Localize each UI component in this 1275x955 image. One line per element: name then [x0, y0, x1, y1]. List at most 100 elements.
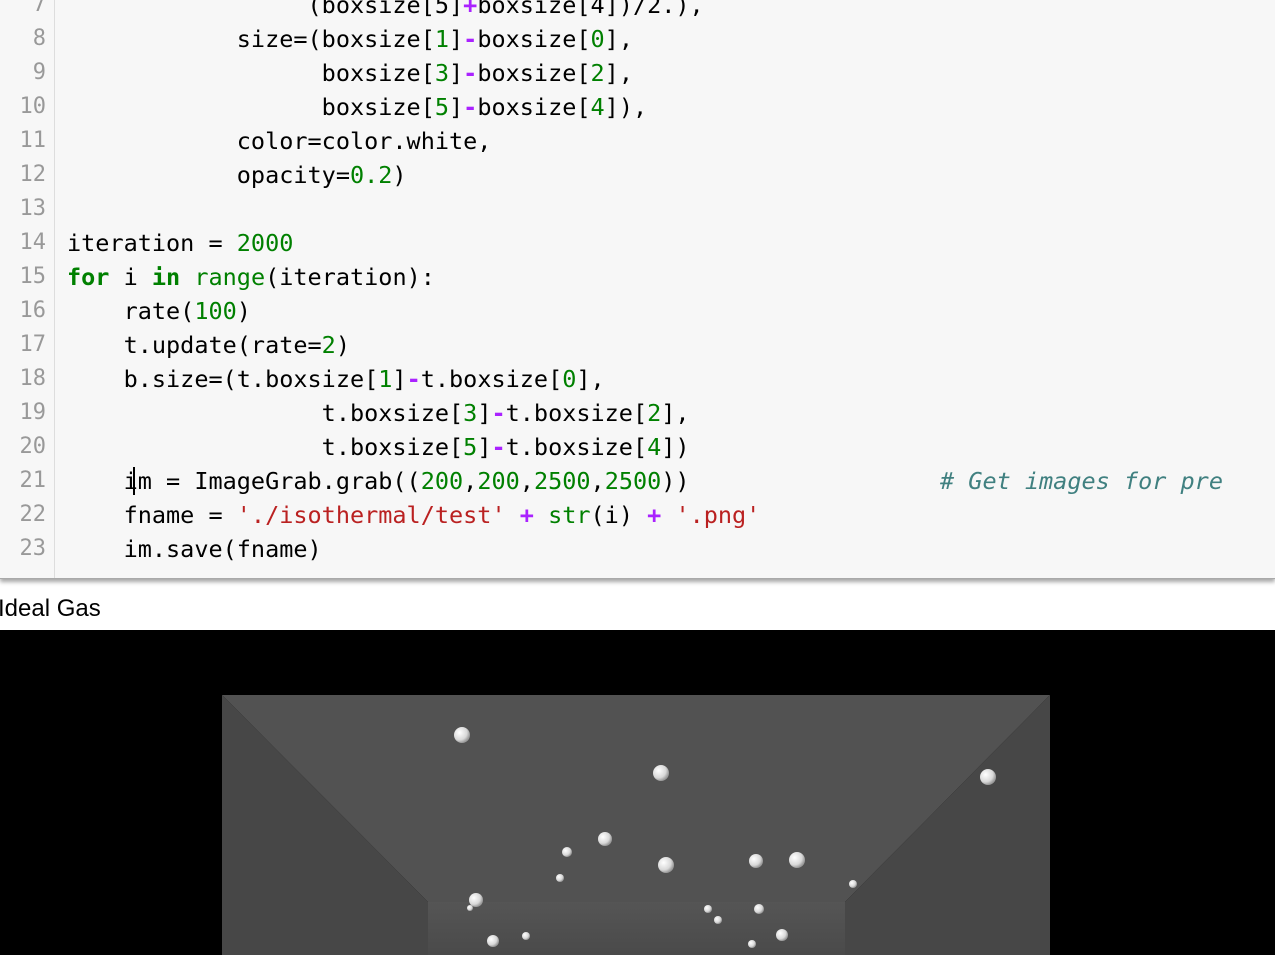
line-content: b.size=(t.boxsize[1]-t.boxsize[0],: [67, 362, 605, 396]
code-token: i: [109, 263, 152, 291]
gas-particle: [748, 940, 756, 948]
code-token: 3: [434, 59, 450, 87]
code-token: 2: [321, 331, 336, 359]
text-cursor: [133, 467, 135, 495]
code-token: boxsize[: [477, 59, 591, 87]
code-token: '.png': [675, 501, 761, 529]
code-token: t.boxsize[: [505, 399, 648, 427]
code-line[interactable]: 16 rate(100): [0, 294, 1275, 328]
code-line[interactable]: 7 (boxsize[5]+boxsize[4])/2.),: [0, 0, 1275, 22]
line-content: t.boxsize[3]-t.boxsize[2],: [67, 396, 690, 430]
code-line[interactable]: 18 b.size=(t.boxsize[1]-t.boxsize[0],: [0, 362, 1275, 396]
code-token: ]: [477, 433, 492, 461]
code-line[interactable]: 20 t.boxsize[5]-t.boxsize[4]): [0, 430, 1275, 464]
code-line[interactable]: 13: [0, 192, 1275, 226]
line-content: for i in range(iteration):: [67, 260, 435, 294]
code-token: ],: [604, 25, 633, 53]
code-token: ]: [477, 399, 492, 427]
code-token: 5: [434, 93, 450, 121]
line-content: im.save(fname): [67, 532, 322, 566]
code-token: 3: [463, 399, 478, 427]
code-token: -: [491, 433, 506, 461]
code-line[interactable]: 9 boxsize[3]-boxsize[2],: [0, 56, 1275, 90]
line-content: boxsize[5]-boxsize[4]),: [67, 90, 647, 124]
code-token: t.boxsize[: [505, 433, 648, 461]
line-content: size=(boxsize[1]-boxsize[0],: [67, 22, 633, 56]
code-line[interactable]: 19 t.boxsize[3]-t.boxsize[2],: [0, 396, 1275, 430]
code-token: -: [463, 59, 478, 87]
code-token: +: [463, 0, 478, 19]
gas-particle: [556, 874, 564, 882]
line-number: 23: [19, 536, 47, 561]
code-token: 200: [477, 467, 520, 495]
code-token: 2: [590, 59, 605, 87]
code-token: color=color.white,: [67, 127, 492, 155]
code-token: -: [463, 25, 478, 53]
code-token: ): [236, 297, 251, 325]
code-token: 5: [463, 433, 478, 461]
code-token: t.update(rate=: [67, 331, 322, 359]
code-token: ],: [576, 365, 605, 393]
code-token: +: [647, 501, 662, 529]
gas-particle: [749, 854, 763, 868]
code-line[interactable]: 23 im.save(fname): [0, 532, 1275, 566]
code-token: size=(boxsize[: [67, 25, 435, 53]
code-token: 2500: [604, 467, 662, 495]
code-line[interactable]: 8 size=(boxsize[1]-boxsize[0],: [0, 22, 1275, 56]
code-token: boxsize[: [477, 25, 591, 53]
code-line[interactable]: 12 opacity=0.2): [0, 158, 1275, 192]
line-number: 22: [19, 502, 47, 527]
code-token: b.size=(t.boxsize[: [67, 365, 379, 393]
line-content: im = ImageGrab.grab((200,200,2500,2500)): [67, 464, 690, 498]
code-token: ]: [449, 59, 464, 87]
gas-particle: [598, 832, 612, 846]
line-content: fname = './isothermal/test' + str(i) + '…: [67, 498, 761, 532]
code-token: fname =: [67, 501, 237, 529]
code-lines[interactable]: 7 (boxsize[5]+boxsize[4])/2.), 8 size=(bo…: [0, 0, 1275, 566]
line-content: t.boxsize[5]-t.boxsize[4]): [67, 430, 690, 464]
code-token: im.save(fname): [67, 535, 322, 563]
code-token: 200: [420, 467, 464, 495]
code-line[interactable]: 17 t.update(rate=2): [0, 328, 1275, 362]
line-content: rate(100): [67, 294, 251, 328]
code-line[interactable]: 14 iteration = 2000: [0, 226, 1275, 260]
line-content: iteration = 2000: [67, 226, 293, 260]
code-token: boxsize[: [67, 93, 435, 121]
code-token: ,: [463, 467, 478, 495]
box-back-wall: [428, 902, 845, 955]
code-line[interactable]: 10 boxsize[5]-boxsize[4]),: [0, 90, 1275, 124]
line-number: 18: [19, 366, 47, 391]
code-line[interactable]: 15 for i in range(iteration):: [0, 260, 1275, 294]
code-token: ]: [449, 25, 464, 53]
code-token: ]: [392, 365, 407, 393]
simulation-canvas[interactable]: [0, 630, 1275, 955]
code-token: ]: [449, 93, 464, 121]
code-token: boxsize[: [477, 93, 591, 121]
code-comment: # Get images for pre: [940, 467, 1223, 495]
code-line[interactable]: 22 fname = './isothermal/test' + str(i) …: [0, 498, 1275, 532]
code-token: in: [151, 263, 181, 291]
line-number: 8: [32, 26, 46, 51]
code-token: -: [491, 399, 506, 427]
code-token: 4: [590, 93, 605, 121]
code-editor[interactable]: 7 (boxsize[5]+boxsize[4])/2.), 8 size=(bo…: [0, 0, 1275, 579]
gas-particle: [487, 935, 499, 947]
code-line[interactable]: 11 color=color.white,: [0, 124, 1275, 158]
code-token: (iteration):: [265, 263, 435, 291]
code-line[interactable]: 21 im = ImageGrab.grab((200,200,2500,250…: [0, 464, 1275, 498]
gas-particle: [653, 765, 669, 781]
code-token: 1: [434, 25, 450, 53]
ideal-gas-scene: [222, 695, 1050, 955]
code-token: t.boxsize[: [67, 433, 464, 461]
gas-particle: [980, 769, 996, 785]
code-token: ,: [519, 467, 534, 495]
line-number: 11: [19, 128, 47, 153]
line-number: 19: [19, 400, 47, 425]
code-token: ],: [661, 399, 690, 427]
line-content: boxsize[3]-boxsize[2],: [67, 56, 633, 90]
line-number: 15: [19, 264, 47, 289]
code-token: 2: [647, 399, 662, 427]
